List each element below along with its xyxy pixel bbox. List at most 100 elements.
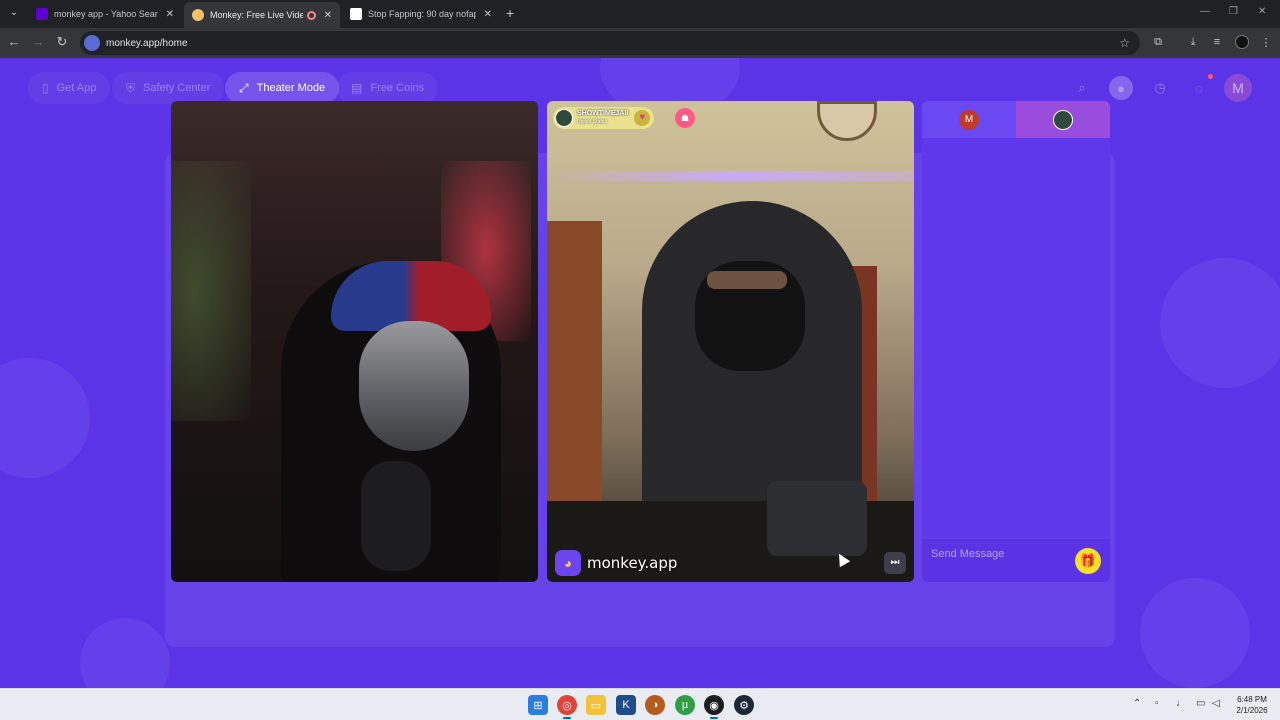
skip-button[interactable]: ⏭	[884, 552, 906, 574]
browser-toolbar: ← → ↻ monkey.app/home ☆ ⧉ ⤓ ≡ ⋮	[0, 28, 1280, 58]
phone-icon: ▯	[42, 81, 49, 95]
monkey-logo-icon: ◕	[555, 550, 581, 576]
tab-title: Monkey: Free Live Video Ch	[210, 10, 303, 20]
free-coins-button[interactable]: ▤ Free Coins	[337, 72, 439, 104]
theater-mode-button[interactable]: ⤢ Theater Mode	[225, 72, 340, 104]
volume-icon[interactable]: ◁	[1212, 698, 1220, 709]
browser-tab-strip: ⌄ monkey app - Yahoo Search Re ✕ Monkey:…	[0, 0, 1280, 28]
chat-tab-partner[interactable]	[1016, 101, 1110, 138]
file-explorer-icon[interactable]: ▭	[586, 695, 606, 715]
close-tab-icon[interactable]: ✕	[324, 10, 332, 21]
steam-icon[interactable]: ⚙	[734, 695, 754, 715]
search-icon[interactable]: ⌕	[1070, 76, 1094, 100]
windows-start-icon[interactable]: ⊞	[528, 695, 548, 715]
remote-country: United States	[577, 119, 608, 125]
notification-dot	[1208, 74, 1213, 79]
kleopatra-icon[interactable]: K	[616, 695, 636, 715]
close-tab-icon[interactable]: ✕	[484, 9, 492, 20]
clock-time: 6:48 PM	[1237, 695, 1267, 704]
heart-icon[interactable]: ♥	[634, 110, 651, 126]
windows-taskbar: ⊞ ◎ ▭ K ◑ µ ◉ ⚙ ⌃ ▫ ♩ ▭ ◁ 6:48 PM 2/1/20…	[0, 688, 1280, 720]
yahoo-favicon-icon	[36, 8, 48, 20]
tab-stop-fapping[interactable]: Stop Fapping: 90 day nofap cha ✕	[342, 4, 500, 24]
theater-mode-label: Theater Mode	[256, 82, 326, 94]
tray-overflow-icon[interactable]: ⌃	[1133, 698, 1141, 709]
plant-shape	[171, 161, 251, 421]
partner-avatar	[1053, 109, 1073, 130]
background-pattern	[0, 358, 90, 478]
remote-user-avatar	[555, 109, 573, 127]
history-icon[interactable]: ◷	[1148, 76, 1172, 100]
close-tab-icon[interactable]: ✕	[166, 9, 174, 20]
browser-icon[interactable]: ◑	[645, 695, 665, 715]
new-tab-icon[interactable]: +	[506, 5, 514, 21]
chat-messages	[922, 138, 1110, 538]
reload-icon[interactable]: ↻	[54, 35, 70, 49]
send-message-placeholder: Send Message	[931, 547, 1005, 560]
network-icon[interactable]: ▭	[1196, 698, 1205, 709]
get-app-button[interactable]: ▯ Get App	[28, 72, 111, 104]
tab-title: monkey app - Yahoo Search Re	[54, 9, 158, 19]
background-pattern	[1160, 258, 1280, 388]
user-avatar[interactable]: M	[1224, 74, 1252, 102]
chrome-icon[interactable]: ◎	[557, 695, 577, 715]
ceiling-lamp-shape	[817, 101, 877, 141]
bookmark-star-icon[interactable]: ☆	[1119, 36, 1130, 50]
background-pattern	[80, 618, 170, 688]
active-indicator	[563, 717, 571, 719]
recording-icon	[306, 10, 316, 20]
close-window-icon[interactable]: ✕	[1258, 6, 1266, 17]
media-control-icon[interactable]: ≡	[1210, 36, 1224, 48]
door-shape	[547, 221, 602, 521]
remote-video: SHOWTIMEJAII United States ♥ ☗ ◕ monkey.…	[547, 101, 914, 582]
silver-mask-shape	[359, 321, 469, 451]
friends-icon[interactable]: ●	[1109, 76, 1133, 100]
site-info-icon[interactable]	[84, 35, 100, 51]
download-icon[interactable]: ⤓	[1186, 36, 1200, 49]
remote-user-names: SHOWTIMEJAII United States	[577, 110, 628, 126]
self-avatar: M	[959, 109, 979, 130]
remote-user-chip[interactable]: SHOWTIMEJAII United States ♥	[553, 107, 655, 129]
active-indicator	[710, 717, 718, 719]
monkey-favicon-icon	[192, 9, 204, 21]
tab-search-chevron-icon[interactable]: ⌄	[6, 5, 22, 21]
microphone-shape	[361, 461, 431, 571]
free-coins-label: Free Coins	[370, 82, 425, 94]
watermark-text: monkey.app	[587, 554, 678, 572]
browser-menu-icon[interactable]: ⋮	[1259, 36, 1273, 49]
torrent-icon[interactable]: µ	[675, 695, 695, 715]
shield-icon: ⛨	[126, 80, 136, 95]
clock-date: 2/1/2026	[1236, 706, 1268, 715]
led-lights-shape	[547, 171, 914, 181]
back-icon[interactable]: ←	[6, 35, 22, 49]
address-bar[interactable]: monkey.app/home ☆	[80, 31, 1140, 55]
monkey-watermark: ◕ monkey.app	[555, 550, 677, 576]
eyes-shape	[707, 271, 787, 289]
forward-icon[interactable]: →	[30, 35, 46, 49]
tab-yahoo-search[interactable]: monkey app - Yahoo Search Re ✕	[28, 4, 182, 24]
system-clock[interactable]: 6:48 PM 2/1/2026	[1230, 694, 1274, 716]
report-badge-icon[interactable]: ☗	[675, 108, 695, 128]
expand-icon: ⤢	[239, 80, 249, 95]
obs-icon[interactable]: ◉	[704, 695, 724, 715]
profile-avatar-icon[interactable]	[1235, 35, 1249, 49]
safety-center-button[interactable]: ⛨ Safety Center	[112, 72, 225, 104]
remote-username: SHOWTIMEJAII	[577, 110, 629, 117]
chat-panel: M Send Message 🎁	[922, 101, 1110, 582]
extensions-icon[interactable]: ⧉	[1151, 36, 1165, 49]
tab-monkey[interactable]: Monkey: Free Live Video Ch ✕	[184, 2, 340, 28]
amazon-favicon-icon	[350, 8, 362, 20]
safety-center-label: Safety Center	[143, 82, 211, 94]
minimize-icon[interactable]: —	[1200, 6, 1210, 17]
tray-app-icon[interactable]: ▫	[1155, 698, 1159, 709]
messages-icon[interactable]: ◌	[1187, 76, 1211, 100]
microphone-icon[interactable]: ♩	[1176, 698, 1186, 709]
restore-icon[interactable]: ❐	[1229, 6, 1238, 17]
chat-tab-self[interactable]: M	[922, 101, 1016, 138]
send-message-input[interactable]: Send Message 🎁	[922, 538, 1110, 582]
local-video	[171, 101, 538, 582]
tab-title: Stop Fapping: 90 day nofap cha	[368, 9, 476, 19]
chat-tabs: M	[922, 101, 1110, 138]
object-shape	[767, 481, 867, 556]
gift-icon[interactable]: 🎁	[1075, 547, 1101, 574]
